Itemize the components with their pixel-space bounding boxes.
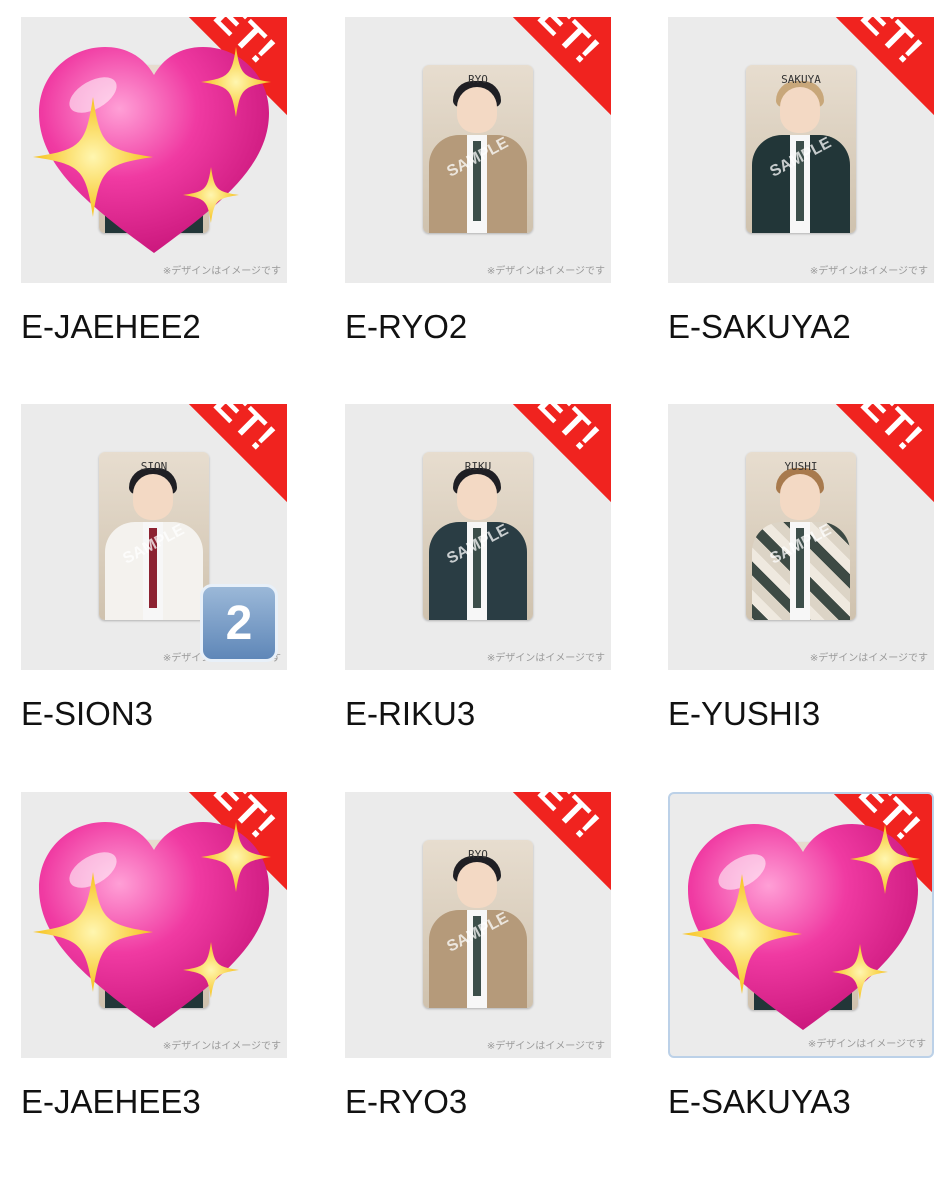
card-label[interactable]: E-JAEHEE3 <box>21 1082 201 1122</box>
card-thumbnail[interactable]: SIONSAMPLEGET!※デザインはイメージです2 <box>21 404 287 670</box>
card-thumbnail[interactable]: YUSHI SAMPLE GET! ※デザインはイメージです <box>668 404 934 670</box>
item-card[interactable]: GET! ※デザインはイメージです E-JAEHEE3 <box>21 792 287 1120</box>
design-disclaimer: ※デザインはイメージです <box>809 266 928 277</box>
card-thumbnail[interactable]: GET! ※デザインはイメージです <box>21 17 287 283</box>
photo-card: SAKUYA SAMPLE <box>746 65 856 233</box>
card-thumbnail[interactable]: SAKUYA SAMPLE GET! ※デザインはイメージです <box>668 17 934 283</box>
item-card[interactable]: YUSHI SAMPLE GET! ※デザインはイメージです E-YUSHI3 <box>668 404 934 732</box>
photo-name-tag: RIKU <box>464 460 492 473</box>
card-thumbnail[interactable]: RYO SAMPLE GET! ※デザインはイメージです <box>345 792 611 1058</box>
photo-card: RYO SAMPLE <box>423 840 533 1008</box>
sparkling-heart-icon <box>21 17 287 283</box>
sparkling-heart-icon <box>21 792 287 1058</box>
photo-name-tag: SION <box>140 460 168 473</box>
photo-name-tag: RYO <box>468 848 488 861</box>
card-thumbnail[interactable]: RYO SAMPLE GET! ※デザインはイメージです <box>345 17 611 283</box>
card-thumbnail[interactable]: GET! ※デザインはイメージです <box>21 792 287 1058</box>
photo-name-tag: RYO <box>468 73 488 86</box>
card-label[interactable]: E-RYO3 <box>345 1082 467 1122</box>
card-label[interactable]: E-SAKUYA2 <box>668 307 851 347</box>
photo-name-tag: SAKUYA <box>781 73 821 86</box>
photo-name-tag: YUSHI <box>784 460 818 473</box>
photo-card: SION SAMPLE <box>99 452 209 620</box>
card-label[interactable]: E-YUSHI3 <box>668 694 820 734</box>
item-card[interactable]: GET! ※デザインはイメージです E-SAKUYA3 <box>668 792 934 1120</box>
photo-card: RIKU SAMPLE <box>423 452 533 620</box>
item-card[interactable]: RIKU SAMPLE GET! ※デザインはイメージです E-RIKU3 <box>345 404 611 732</box>
item-card[interactable]: RYO SAMPLE GET! ※デザインはイメージです E-RYO3 <box>345 792 611 1120</box>
card-label[interactable]: E-RYO2 <box>345 307 467 347</box>
card-label[interactable]: E-JAEHEE2 <box>21 307 201 347</box>
card-label[interactable]: E-SION3 <box>21 694 153 734</box>
design-disclaimer: ※デザインはイメージです <box>486 653 605 664</box>
card-label[interactable]: E-RIKU3 <box>345 694 475 734</box>
card-label[interactable]: E-SAKUYA3 <box>668 1082 851 1122</box>
item-card[interactable]: SAKUYA SAMPLE GET! ※デザインはイメージです E-SAKUYA2 <box>668 17 934 345</box>
photo-card: YUSHI SAMPLE <box>746 452 856 620</box>
design-disclaimer: ※デザインはイメージです <box>486 1041 605 1052</box>
design-disclaimer: ※デザインはイメージです <box>486 266 605 277</box>
sparkling-heart-icon <box>670 794 934 1058</box>
card-thumbnail[interactable]: RIKU SAMPLE GET! ※デザインはイメージです <box>345 404 611 670</box>
item-card[interactable]: GET! ※デザインはイメージです E-JAEHEE2 <box>21 17 287 345</box>
keycap-2-icon: 2 <box>200 584 278 662</box>
item-card[interactable]: SIONSAMPLEGET!※デザインはイメージです2 E-SION3 <box>21 404 287 732</box>
card-thumbnail[interactable]: GET! ※デザインはイメージです <box>668 792 934 1058</box>
design-disclaimer: ※デザインはイメージです <box>809 653 928 664</box>
item-card[interactable]: RYO SAMPLE GET! ※デザインはイメージです E-RYO2 <box>345 17 611 345</box>
photo-card: RYO SAMPLE <box>423 65 533 233</box>
badge-number: 2 <box>225 596 253 650</box>
